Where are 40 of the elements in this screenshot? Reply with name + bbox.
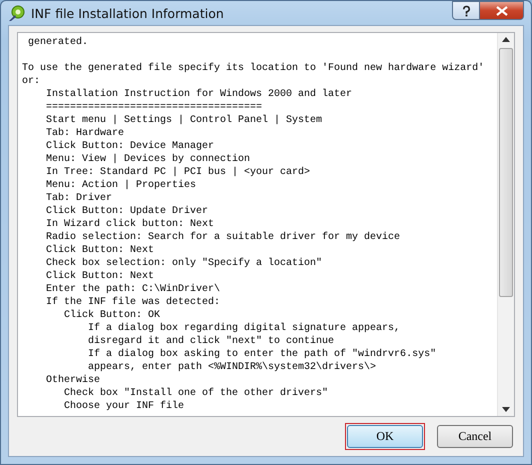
text-line: Menu: View | Devices by connection: [45, 153, 252, 166]
text-line: If a dialog box asking to enter the path of "windrvr6.sys": [87, 348, 438, 361]
text-line: Click Button: Next: [45, 270, 156, 283]
text-area[interactable]: [17, 32, 515, 417]
text-line: To use the generated file specify its location to 'Found new hardware wizard': [22, 62, 486, 75]
scroll-down-icon[interactable]: [502, 407, 510, 412]
text-line: Installation Instruction for Windows 2000 and later: [45, 88, 354, 101]
text-line: ====================================: [45, 101, 264, 114]
text-line: Start menu | Settings | Control Panel | System: [45, 114, 324, 127]
text-line: Radio selection: Search for a suitable driver for my device: [45, 231, 402, 244]
text-line: Click Button: Update Driver: [45, 205, 210, 218]
text-line: disregard it and click "next" to continue: [87, 335, 336, 348]
window-title: INF file Installation Information: [31, 6, 225, 20]
text-line: Tab: Driver: [45, 192, 114, 205]
help-icon: [462, 4, 470, 16]
text-line: If the INF file was detected:: [45, 296, 222, 309]
text-line: If a dialog box regarding digital signature appears,: [87, 322, 402, 335]
text-line: appears, enter path <%WINDIR%\system32\drivers\>: [87, 361, 378, 374]
text-line: Choose your INF file: [63, 400, 186, 413]
text-line: Menu: Action | Properties: [45, 179, 198, 192]
text-line: Enter the path: C:\WinDriver\: [45, 283, 222, 296]
close-icon: [496, 6, 508, 16]
text-line: Check box selection: only "Specify a location": [45, 257, 324, 270]
text-line: or:: [22, 75, 42, 88]
text-line: Click Button: Device Manager: [45, 140, 216, 153]
text-line: Otherwise: [45, 374, 102, 387]
text-line: Check box "Install one of the other drivers": [63, 387, 330, 400]
text-line: Tab: Hardware: [45, 127, 126, 140]
dialog-button[interactable]: OK: [347, 425, 423, 448]
text-line: generated.: [27, 36, 90, 49]
help-button[interactable]: [452, 1, 480, 20]
close-button[interactable]: [480, 1, 524, 20]
text-line: Click Button: OK: [63, 309, 162, 322]
scroll-up-icon[interactable]: [502, 37, 510, 42]
text-line: In Wizard click button: Next: [45, 218, 216, 231]
text-line: Click Button: Next: [45, 244, 156, 257]
text-line: In Tree: Standard PC | PCI bus | <your card>: [45, 166, 312, 179]
scrollbar[interactable]: [497, 33, 514, 416]
scroll-thumb[interactable]: [499, 48, 513, 297]
dialog-button[interactable]: Cancel: [437, 425, 513, 448]
